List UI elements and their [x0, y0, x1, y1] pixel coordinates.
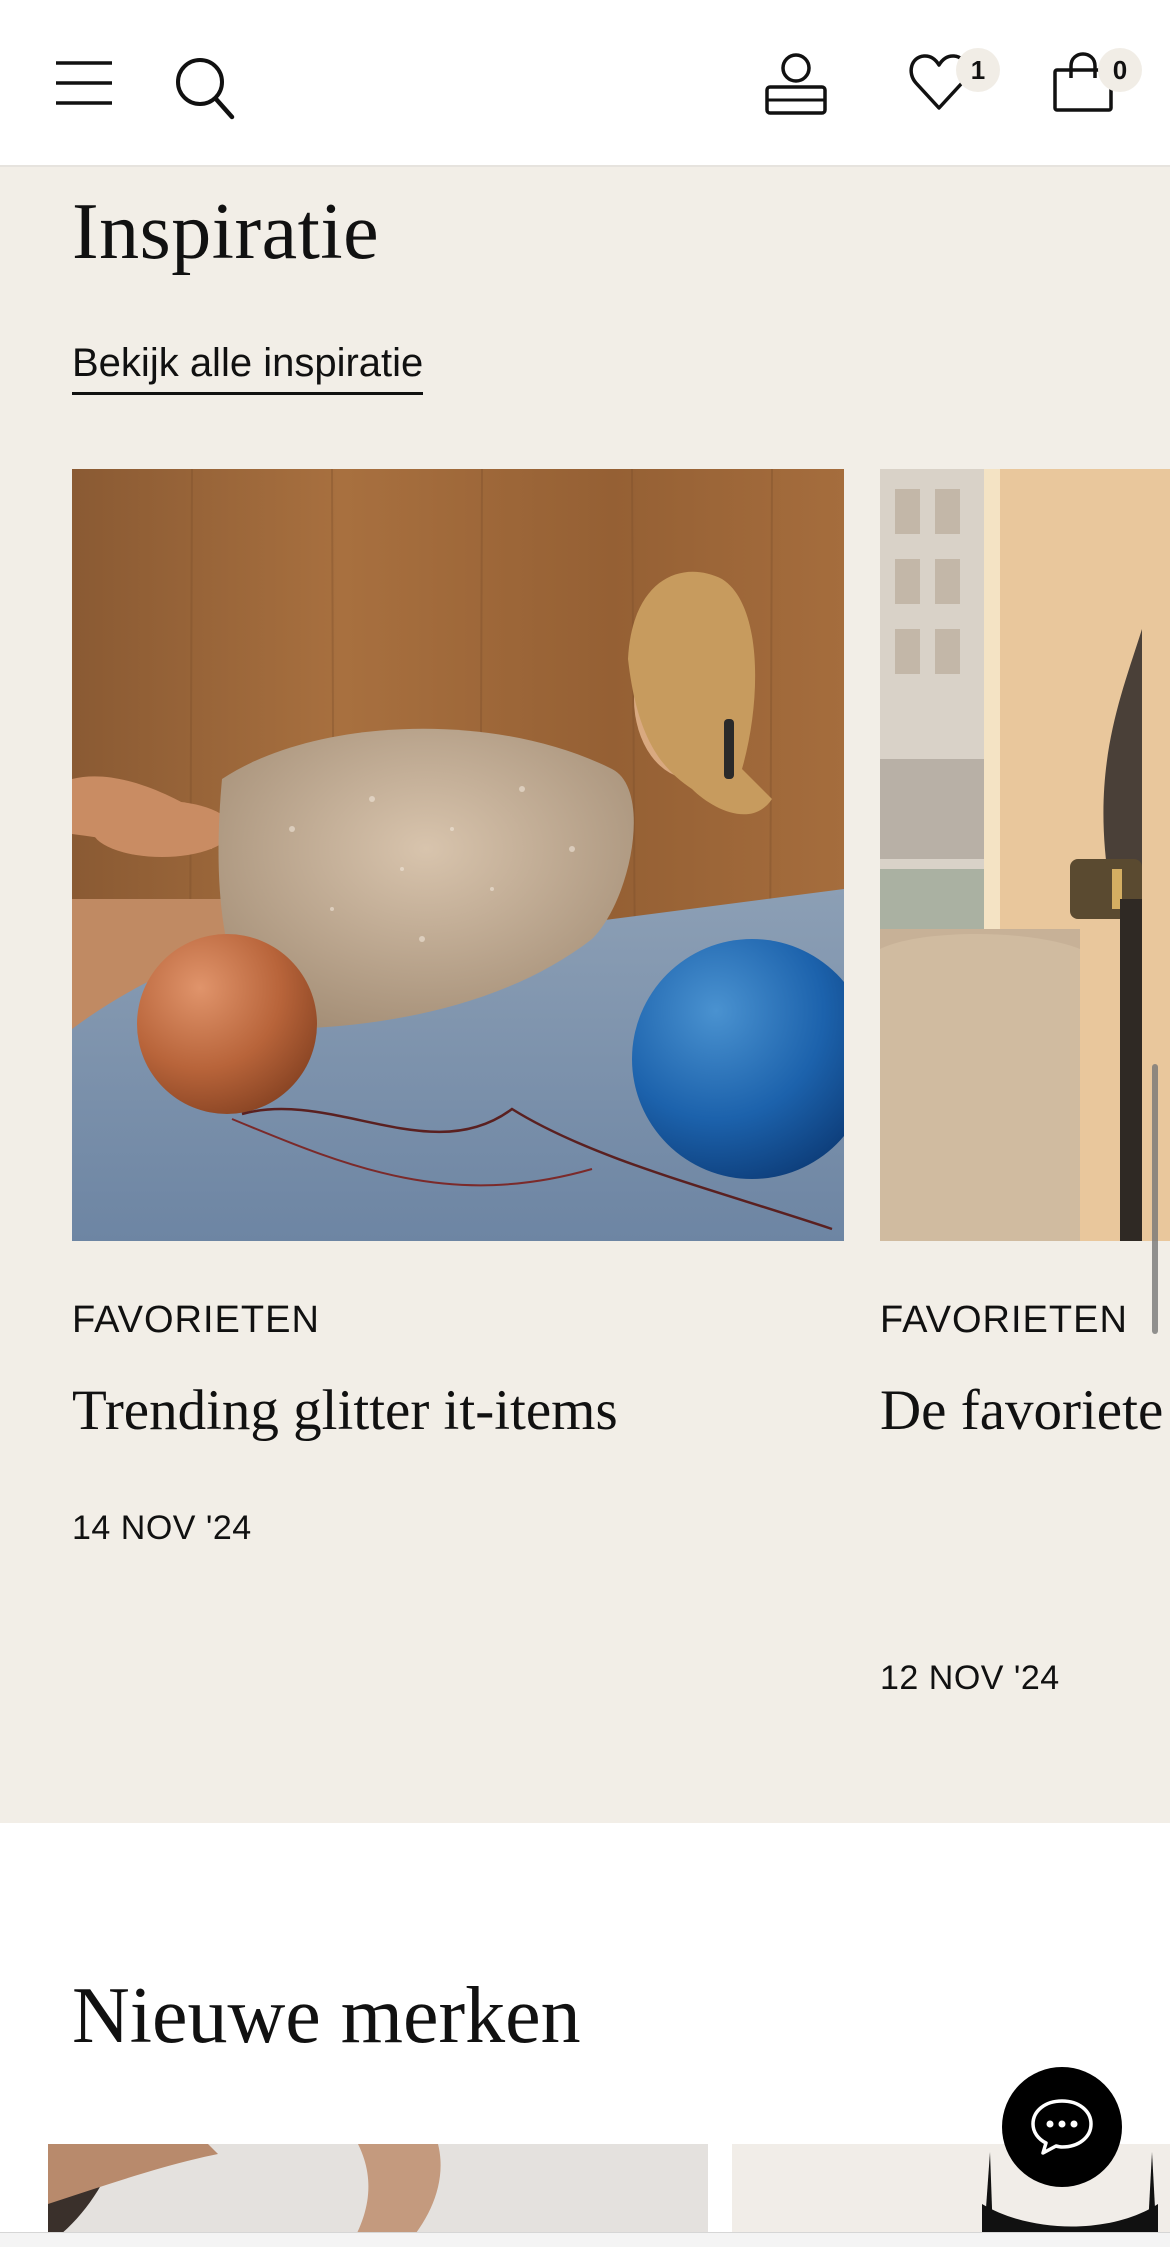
chat-button[interactable] [1002, 2067, 1122, 2187]
search-icon[interactable] [174, 56, 236, 122]
new-brands-section: Nieuwe merken [0, 1823, 1170, 2247]
carousel-scroll-indicator[interactable] [1152, 1064, 1158, 1334]
article-date: 12 NOV '24 [880, 1659, 1060, 1697]
article-image [72, 469, 844, 1241]
account-icon[interactable] [764, 52, 828, 116]
section-title: Nieuwe merken [72, 1972, 581, 2060]
view-all-inspiration-link[interactable]: Bekijk alle inspiratie [72, 341, 424, 395]
cart-count-badge: 0 [1098, 48, 1142, 92]
wishlist-count-badge: 1 [956, 48, 1000, 92]
menu-icon[interactable] [54, 60, 114, 106]
section-title: Inspiratie [72, 188, 380, 276]
inspiration-section: Inspiratie Bekijk alle inspiratie FAVORI… [0, 167, 1170, 1823]
article-title: Trending glitter it-items [72, 1379, 618, 1442]
site-header: 1 0 [0, 0, 1170, 167]
article-date: 14 NOV '24 [72, 1509, 252, 1547]
article-category: FAVORIETEN [72, 1299, 320, 1341]
article-category: FAVORIETEN [880, 1299, 1128, 1341]
browser-bottom-edge [0, 2232, 1170, 2247]
chat-bubble-icon [1031, 2099, 1093, 2155]
article-image [880, 469, 1170, 1241]
article-title: De favoriete modejourna Broek [880, 1379, 1170, 1442]
